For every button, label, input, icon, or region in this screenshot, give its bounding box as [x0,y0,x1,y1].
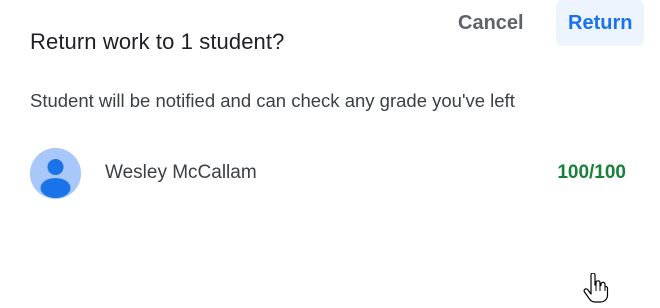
student-row: Wesley McCallam 100/100 [30,148,628,200]
student-name: Wesley McCallam [105,162,257,183]
cancel-button[interactable]: Cancel [446,0,536,46]
student-grade: 100/100 [557,162,626,183]
return-button[interactable]: Return [556,0,645,46]
return-work-dialog: Return work to 1 student? Student will b… [0,0,660,308]
avatar [30,148,81,199]
hand-pointer-icon [583,273,609,303]
dialog-title: Return work to 1 student? [30,29,285,54]
account-circle-icon [30,148,81,199]
dialog-message: Student will be notified and can check a… [30,90,515,111]
